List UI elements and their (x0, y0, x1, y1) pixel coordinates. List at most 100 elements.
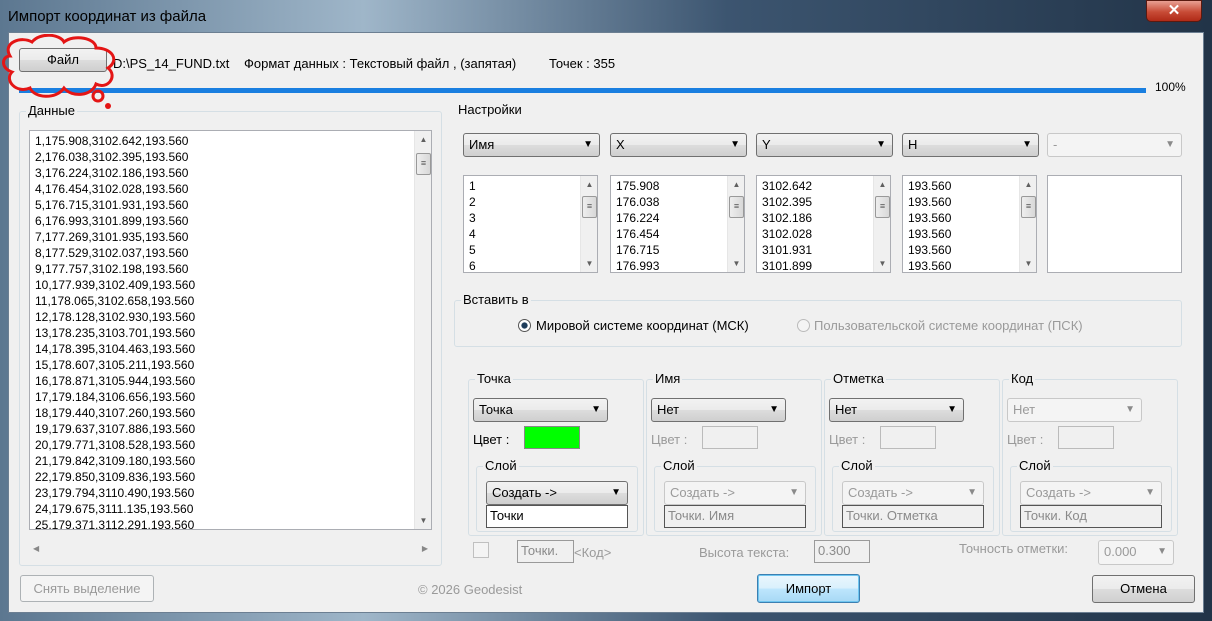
data-row[interactable]: 2,176.038,3102.395,193.560 (30, 149, 431, 165)
column-values-list[interactable]: 3102.642 3102.395 3102.186 3102.028 3101.931… (756, 175, 891, 273)
data-row[interactable]: 18,179.440,3107.260,193.560 (30, 405, 431, 421)
data-row[interactable]: 17,179.184,3106.656,193.560 (30, 389, 431, 405)
data-row[interactable]: 10,177.939,3102.409,193.560 (30, 277, 431, 293)
cancel-button[interactable]: Отмена (1092, 575, 1195, 603)
data-row[interactable]: 22,179.850,3109.836,193.560 (30, 469, 431, 485)
data-row[interactable]: 7,177.269,3101.935,193.560 (30, 229, 431, 245)
layer-select[interactable]: Создать -> ▼ (486, 481, 628, 505)
prefix-field[interactable]: Точки. (517, 540, 574, 563)
group-title: Имя (653, 371, 683, 386)
radio-ucs[interactable] (797, 319, 810, 332)
column-values-list[interactable] (1047, 175, 1182, 273)
vertical-scrollbar[interactable]: ▲ ≡ ▼ (1019, 176, 1036, 272)
precision-select[interactable]: 0.000 ▼ (1098, 540, 1174, 565)
layer-name-field[interactable]: Точки. Отметка (842, 505, 984, 528)
settings-title: Настройки (456, 102, 524, 117)
type-select[interactable]: Нет ▼ (651, 398, 786, 422)
data-row[interactable]: 20,179.771,3108.528,193.560 (30, 437, 431, 453)
type-select[interactable]: Нет ▼ (1007, 398, 1142, 422)
dialog-window: Импорт координат из файла ✕ Файл D:\PS_1… (0, 0, 1212, 621)
data-row[interactable]: 19,179.637,3107.886,193.560 (30, 421, 431, 437)
data-row[interactable]: 9,177.757,3102.198,193.560 (30, 261, 431, 277)
scroll-down-icon[interactable]: ▼ (415, 512, 431, 529)
color-swatch[interactable] (524, 426, 580, 449)
column-select[interactable]: Имя ▼ (463, 133, 600, 157)
column-values-list[interactable]: 1 2 3 4 5 6 ▲ ≡ ▼ (463, 175, 598, 273)
scroll-down-icon[interactable]: ▼ (1020, 255, 1036, 272)
data-row[interactable]: 12,178.128,3102.930,193.560 (30, 309, 431, 325)
column-select-value: X (616, 137, 625, 152)
vertical-scrollbar[interactable]: ▲ ≡ ▼ (414, 131, 431, 529)
data-row[interactable]: 5,176.715,3101.931,193.560 (30, 197, 431, 213)
deselect-button[interactable]: Снять выделение (20, 575, 154, 602)
close-button[interactable]: ✕ (1146, 0, 1202, 22)
color-swatch[interactable] (1058, 426, 1114, 449)
data-row[interactable]: 15,178.607,3105.211,193.560 (30, 357, 431, 373)
data-row[interactable]: 4,176.454,3102.028,193.560 (30, 181, 431, 197)
scroll-thumb[interactable]: ≡ (729, 196, 744, 218)
data-format: Формат данных : Текстовый файл , (запята… (244, 56, 517, 71)
data-row[interactable]: 3,176.224,3102.186,193.560 (30, 165, 431, 181)
column-select[interactable]: Y ▼ (756, 133, 893, 157)
import-button[interactable]: Импорт (757, 574, 860, 603)
type-select[interactable]: Точка ▼ (473, 398, 608, 422)
column-select[interactable]: H ▼ (902, 133, 1039, 157)
scroll-thumb[interactable]: ≡ (875, 196, 890, 218)
scroll-down-icon[interactable]: ▼ (728, 255, 744, 272)
radio-wcs-label[interactable]: Мировой системе координат (МСК) (536, 318, 749, 333)
data-row[interactable]: 23,179.794,3110.490,193.560 (30, 485, 431, 501)
layer-select[interactable]: Создать -> ▼ (1020, 481, 1162, 505)
scroll-up-icon[interactable]: ▲ (874, 176, 890, 193)
scroll-up-icon[interactable]: ▲ (581, 176, 597, 193)
layer-name-field[interactable]: Точки. Код (1020, 505, 1162, 528)
data-row[interactable]: 1,175.908,3102.642,193.560 (30, 133, 431, 149)
horizontal-scrollbar[interactable]: ◀ ▶ (29, 540, 432, 557)
vertical-scrollbar[interactable]: ▲ ≡ ▼ (580, 176, 597, 272)
scroll-down-icon[interactable]: ▼ (581, 255, 597, 272)
layer-name-field[interactable]: Точки (486, 505, 628, 528)
file-button[interactable]: Файл (19, 48, 107, 72)
scroll-up-icon[interactable]: ▲ (1020, 176, 1036, 193)
column-values-list[interactable]: 175.908 176.038 176.224 176.454 176.715 176.9… (610, 175, 745, 273)
data-row[interactable]: 11,178.065,3102.658,193.560 (30, 293, 431, 309)
scroll-thumb[interactable]: ≡ (416, 153, 431, 175)
data-list[interactable]: ▲ ≡ ▼ 1,175.908,3102.642,193.560 2,176.03… (29, 130, 432, 530)
column-select[interactable]: - ▼ (1047, 133, 1182, 157)
color-swatch[interactable] (702, 426, 758, 449)
radio-wcs[interactable] (518, 319, 531, 332)
scroll-right-icon[interactable]: ▶ (422, 540, 428, 557)
data-row[interactable]: 25,179.371,3112.291,193.560 (30, 517, 431, 529)
data-row[interactable]: 24,179.675,3111.135,193.560 (30, 501, 431, 517)
layer-select[interactable]: Создать -> ▼ (842, 481, 984, 505)
layer-select[interactable]: Создать -> ▼ (664, 481, 806, 505)
scroll-up-icon[interactable]: ▲ (728, 176, 744, 193)
radio-ucs-label[interactable]: Пользовательской системе координат (ПСК) (814, 318, 1083, 333)
scroll-down-icon[interactable]: ▼ (874, 255, 890, 272)
scroll-thumb[interactable]: ≡ (1021, 196, 1036, 218)
color-swatch[interactable] (880, 426, 936, 449)
column-values-list[interactable]: 193.560 193.560 193.560 193.560 193.560 193.5… (902, 175, 1037, 273)
layer-select-value: Создать -> (492, 485, 557, 500)
data-row[interactable]: 8,177.529,3102.037,193.560 (30, 245, 431, 261)
label-checkbox[interactable] (473, 542, 489, 558)
data-row[interactable]: 13,178.235,3103.701,193.560 (30, 325, 431, 341)
data-row[interactable]: 14,178.395,3104.463,193.560 (30, 341, 431, 357)
precision-value: 0.000 (1104, 544, 1137, 559)
vertical-scrollbar[interactable]: ▲ ≡ ▼ (727, 176, 744, 272)
color-label: Цвет : (473, 432, 510, 447)
vertical-scrollbar[interactable]: ▲ ≡ ▼ (873, 176, 890, 272)
text-height-field[interactable]: 0.300 (814, 540, 870, 563)
column-select[interactable]: X ▼ (610, 133, 747, 157)
data-row[interactable]: 21,179.842,3109.180,193.560 (30, 453, 431, 469)
scroll-left-icon[interactable]: ◀ (33, 540, 39, 557)
data-row[interactable]: 6,176.993,3101.899,193.560 (30, 213, 431, 229)
layer-name-field[interactable]: Точки. Имя (664, 505, 806, 528)
scroll-thumb[interactable]: ≡ (582, 196, 597, 218)
column-value: 3102.642 (762, 179, 813, 193)
file-name: D:\PS_14_FUND.txt (113, 56, 230, 71)
type-select[interactable]: Нет ▼ (829, 398, 964, 422)
color-label: Цвет : (829, 432, 866, 447)
scroll-up-icon[interactable]: ▲ (415, 131, 431, 148)
column-select-value: H (908, 137, 918, 152)
data-row[interactable]: 16,178.871,3105.944,193.560 (30, 373, 431, 389)
